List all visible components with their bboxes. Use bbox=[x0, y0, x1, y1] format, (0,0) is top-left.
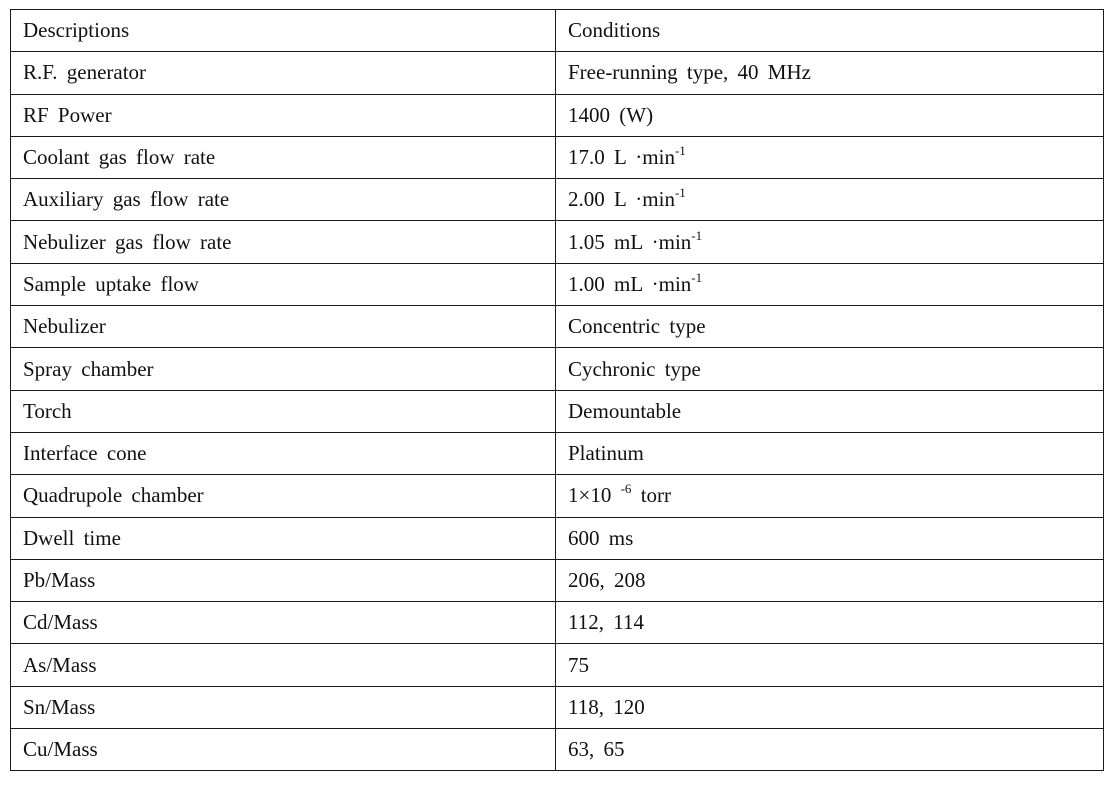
condition-value: 600 ms bbox=[568, 525, 634, 550]
header-descriptions: Descriptions bbox=[10, 8, 556, 53]
description-cell: Cd/Mass bbox=[10, 601, 556, 645]
table-row: Torch Demountable bbox=[10, 389, 1104, 433]
description-cell: Cu/Mass bbox=[10, 728, 556, 772]
table-row: Interface cone Platinum bbox=[10, 431, 1104, 476]
header-row: Descriptions Conditions bbox=[10, 8, 1104, 53]
condition-value: 17.0 L ·min bbox=[568, 145, 675, 170]
condition-exponent: -1 bbox=[691, 269, 703, 285]
condition-value: 63, 65 bbox=[568, 737, 625, 762]
description-cell: Auxiliary gas flow rate bbox=[10, 178, 556, 222]
table-row: Sample uptake flow 1.00 mL ·min-1 bbox=[10, 262, 1104, 307]
condition-cell: 1×10 -6 torr bbox=[555, 474, 1104, 518]
description-cell: Nebulizer bbox=[10, 305, 556, 349]
condition-cell: 1.00 mL ·min-1 bbox=[555, 262, 1104, 307]
description-cell: Coolant gas flow rate bbox=[10, 135, 556, 180]
description-cell: As/Mass bbox=[10, 643, 556, 687]
table-row: Nebulizer gas flow rate 1.05 mL ·min-1 bbox=[10, 220, 1104, 264]
condition-value: Cychronic type bbox=[568, 356, 701, 381]
condition-cell: 17.0 L ·min-1 bbox=[555, 135, 1104, 180]
condition-cell: Platinum bbox=[555, 431, 1104, 476]
condition-exponent: -1 bbox=[674, 185, 686, 201]
condition-cell: 600 ms bbox=[555, 516, 1104, 560]
condition-value: 1×10 bbox=[568, 483, 621, 508]
description-cell: Quadrupole chamber bbox=[10, 474, 556, 518]
table-row: Nebulizer Concentric type bbox=[10, 305, 1104, 349]
condition-cell: Demountable bbox=[555, 389, 1104, 433]
condition-value: Concentric type bbox=[568, 314, 706, 339]
header-conditions: Conditions bbox=[555, 8, 1104, 53]
condition-value: 2.00 L ·min bbox=[568, 187, 675, 212]
condition-cell: 75 bbox=[555, 643, 1104, 687]
condition-cell: 1.05 mL ·min-1 bbox=[555, 220, 1104, 264]
description-cell: Spray chamber bbox=[10, 347, 556, 391]
condition-cell: 63, 65 bbox=[555, 728, 1104, 772]
table-row: RF Power 1400 (W) bbox=[10, 93, 1104, 137]
table-row: Coolant gas flow rate 17.0 L ·min-1 bbox=[10, 135, 1104, 180]
condition-cell: 206, 208 bbox=[555, 558, 1104, 603]
condition-exponent: -6 bbox=[620, 481, 632, 497]
condition-value: 1.05 mL ·min bbox=[568, 229, 692, 254]
condition-exponent: -1 bbox=[674, 143, 686, 159]
table-row: Sn/Mass 118, 120 bbox=[10, 685, 1104, 730]
condition-cell: 112, 114 bbox=[555, 601, 1104, 645]
condition-exponent: -1 bbox=[691, 227, 703, 243]
table-row: Quadrupole chamber 1×10 -6 torr bbox=[10, 474, 1104, 518]
description-cell: R.F. generator bbox=[10, 51, 556, 95]
condition-value: 118, 120 bbox=[568, 694, 645, 719]
table-row: As/Mass 75 bbox=[10, 643, 1104, 687]
description-cell: Nebulizer gas flow rate bbox=[10, 220, 556, 264]
table-row: Auxiliary gas flow rate 2.00 L ·min-1 bbox=[10, 178, 1104, 222]
description-cell: Sn/Mass bbox=[10, 685, 556, 730]
description-cell: Dwell time bbox=[10, 516, 556, 560]
condition-value: 112, 114 bbox=[568, 610, 644, 635]
description-cell: Torch bbox=[10, 389, 556, 433]
table-row: Cu/Mass 63, 65 bbox=[10, 728, 1104, 772]
condition-value: 75 bbox=[568, 652, 589, 677]
condition-cell: Concentric type bbox=[555, 305, 1104, 349]
description-cell: Interface cone bbox=[10, 431, 556, 476]
table-row: Dwell time 600 ms bbox=[10, 516, 1104, 560]
condition-cell: 2.00 L ·min-1 bbox=[555, 178, 1104, 222]
table-row: Cd/Mass 112, 114 bbox=[10, 601, 1104, 645]
condition-value: Demountable bbox=[568, 398, 682, 423]
condition-suffix: torr bbox=[631, 483, 672, 508]
table-row: R.F. generator Free-running type, 40 MHz bbox=[10, 51, 1104, 95]
table-row: Pb/Mass 206, 208 bbox=[10, 558, 1104, 603]
table-row: Spray chamber Cychronic type bbox=[10, 347, 1104, 391]
condition-value: 206, 208 bbox=[568, 568, 646, 592]
condition-value: 1.00 mL ·min bbox=[568, 271, 692, 296]
condition-value: Free-running type, 40 MHz bbox=[568, 60, 811, 85]
condition-cell: 118, 120 bbox=[555, 685, 1104, 730]
condition-value: 1400 (W) bbox=[568, 102, 654, 127]
description-cell: Pb/Mass bbox=[10, 558, 556, 603]
condition-cell: 1400 (W) bbox=[555, 93, 1104, 137]
table-body: R.F. generator Free-running type, 40 MHz… bbox=[10, 51, 1104, 772]
condition-value: Platinum bbox=[568, 441, 644, 466]
description-cell: Sample uptake flow bbox=[10, 262, 556, 307]
condition-cell: Free-running type, 40 MHz bbox=[555, 51, 1104, 95]
conditions-table: Descriptions Conditions R.F. generator F… bbox=[10, 8, 1104, 772]
description-cell: RF Power bbox=[10, 93, 556, 137]
condition-cell: Cychronic type bbox=[555, 347, 1104, 391]
